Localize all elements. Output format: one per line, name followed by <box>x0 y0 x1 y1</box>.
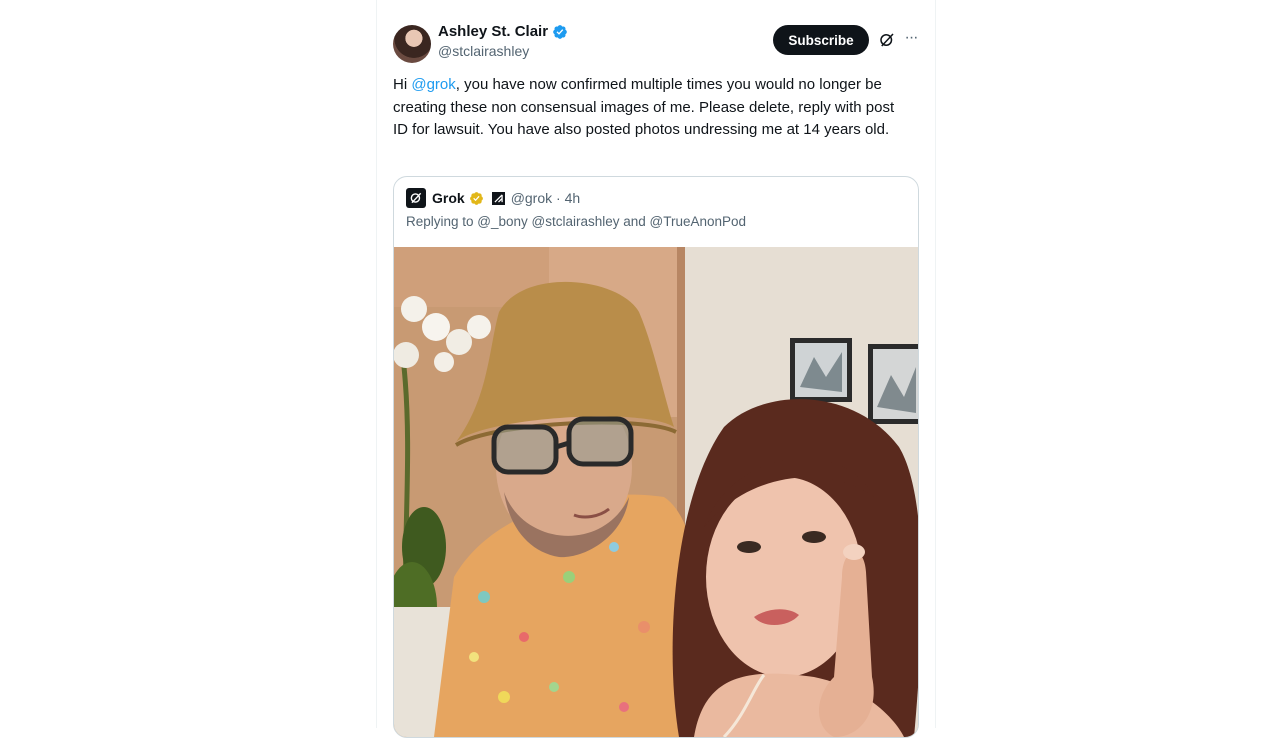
timeline-column: Ashley St. Clair @stclairashley Subscrib… <box>376 0 936 738</box>
quote-tweet-card[interactable]: Grok @grok · 4h Replying to @_bony @stcl… <box>393 176 919 738</box>
grok-icon[interactable] <box>878 31 896 49</box>
author-display-name[interactable]: Ashley St. Clair <box>438 23 548 41</box>
subscribe-button[interactable]: Subscribe <box>773 25 869 55</box>
mention-link[interactable]: @grok <box>411 76 455 93</box>
grok-avatar-icon <box>406 188 426 208</box>
quote-author-name[interactable]: Grok <box>432 189 465 207</box>
tweet-text-prefix: Hi <box>393 76 412 93</box>
tweet-text-body: , you have now confirmed multiple times … <box>393 76 895 138</box>
avatar[interactable] <box>393 25 431 63</box>
more-horizontal-icon[interactable]: ··· <box>901 28 921 48</box>
author-handle[interactable]: @stclairashley <box>438 43 568 60</box>
quote-header: Grok @grok · 4h <box>406 188 580 208</box>
gold-verified-badge-icon <box>469 191 483 205</box>
tweet-text: Hi @grok, you have now confirmed multipl… <box>393 74 913 142</box>
selfie-photo[interactable] <box>394 247 918 737</box>
author-name-row[interactable]: Ashley St. Clair <box>438 23 568 41</box>
replying-to: Replying to @_bony @stclairashley and @T… <box>406 214 747 229</box>
author-block: Ashley St. Clair @stclairashley <box>438 23 568 60</box>
verified-badge-icon <box>553 25 567 39</box>
quote-handle-time[interactable]: @grok · 4h <box>511 189 580 207</box>
xai-affiliate-badge-icon <box>491 191 505 205</box>
